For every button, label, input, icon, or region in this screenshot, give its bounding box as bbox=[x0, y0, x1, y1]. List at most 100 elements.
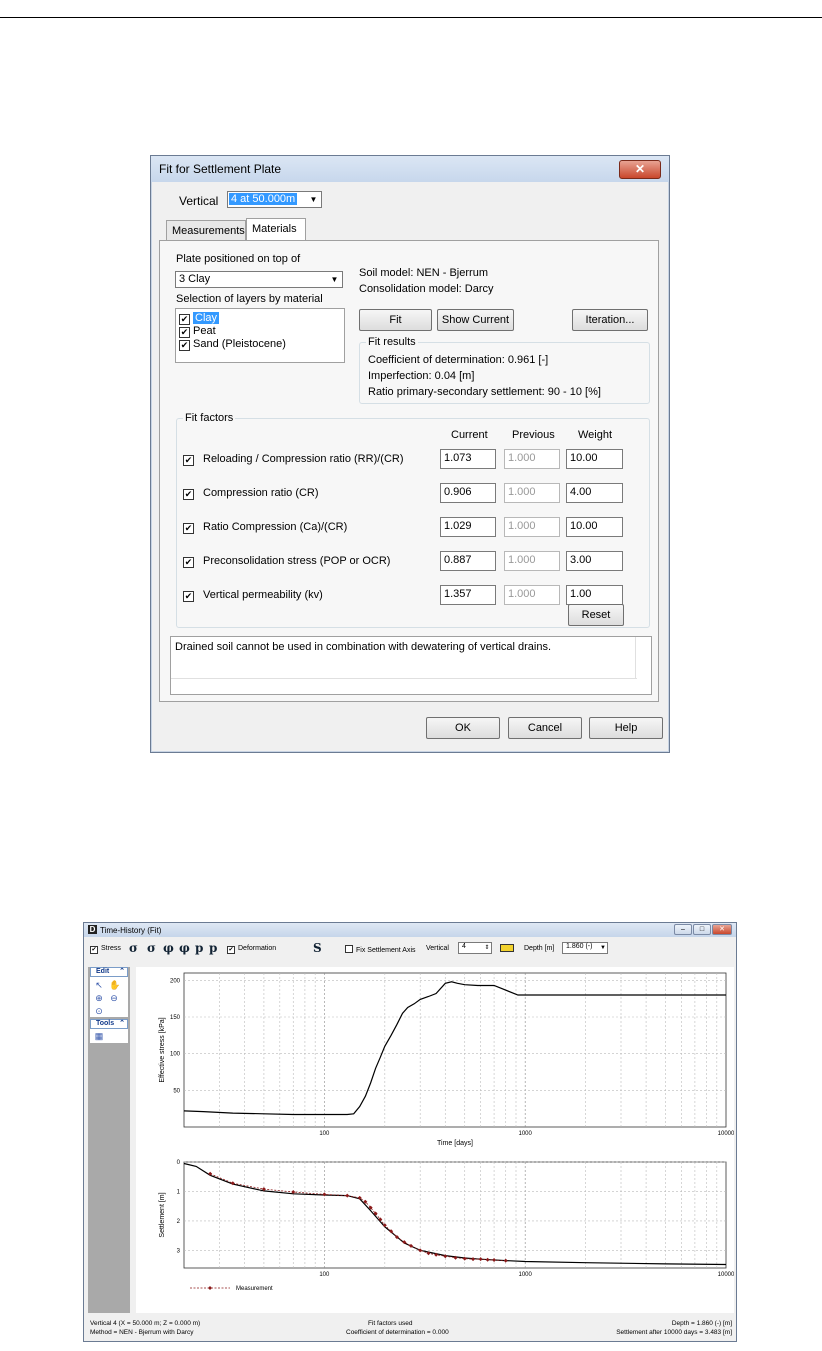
pressure-effective-icon[interactable]: p bbox=[209, 941, 217, 955]
weight-field[interactable]: 10.00 bbox=[566, 449, 623, 469]
plate-positioned-label: Plate positioned on top of bbox=[176, 253, 301, 265]
checkbox-checked-icon[interactable]: ✔ bbox=[179, 327, 190, 338]
tab-materials[interactable]: Materials bbox=[246, 218, 306, 240]
side-panel: Edit ⌃ ↖ ✋ ⊕ ⊖ ⊙ Tools ⌃ ▦ bbox=[88, 967, 130, 1313]
col-previous: Previous bbox=[512, 429, 555, 441]
x-tick-label: 10000 bbox=[718, 1272, 734, 1278]
materials-list: ✔ Clay ✔ Peat ✔ Sand (Pleistocene) bbox=[175, 308, 345, 363]
zoom-in-icon[interactable]: ⊕ bbox=[94, 993, 104, 1003]
previous-field: 1.000 bbox=[504, 517, 560, 537]
ruler-icon[interactable] bbox=[500, 944, 514, 952]
fit-factor-label: Compression ratio (CR) bbox=[203, 487, 319, 499]
x-axis-label: Time [days] bbox=[437, 1140, 473, 1147]
pan-hand-icon[interactable]: ✋ bbox=[109, 980, 120, 990]
status-coefficient: Coefficient of determination = 0.000 bbox=[346, 1329, 449, 1336]
deformation-label: Deformation bbox=[238, 945, 277, 952]
zoom-out-icon[interactable]: ⊖ bbox=[109, 993, 119, 1003]
close-button[interactable]: ✕ bbox=[619, 160, 661, 179]
fit-factors-title: Fit factors bbox=[183, 412, 236, 424]
minimize-button[interactable]: – bbox=[674, 924, 692, 935]
vertical-label: Vertical bbox=[426, 945, 449, 952]
weight-field[interactable]: 1.00 bbox=[566, 585, 623, 605]
stress-toggle[interactable]: ✔ Stress bbox=[90, 945, 121, 954]
deformation-toggle[interactable]: ✔ Deformation bbox=[227, 945, 276, 954]
vertical-select[interactable]: 4 at 50.000m ▼ bbox=[227, 191, 322, 208]
status-fit-factors: Fit factors used bbox=[368, 1320, 413, 1327]
close-button[interactable]: ✕ bbox=[712, 924, 732, 935]
sigma-effective-icon[interactable]: σ bbox=[147, 941, 156, 955]
status-depth: Depth = 1.860 (-) [m] bbox=[671, 1320, 732, 1327]
ok-button[interactable]: OK bbox=[426, 717, 500, 739]
checkbox-checked-icon[interactable]: ✔ bbox=[183, 523, 194, 534]
checkbox-checked-icon[interactable]: ✔ bbox=[183, 591, 194, 602]
spinner-arrows-icon: ⇕ bbox=[484, 945, 490, 951]
fit-settlement-dialog: Fit for Settlement Plate ✕ Vertical 4 at… bbox=[150, 155, 670, 753]
list-item[interactable]: ✔ Sand (Pleistocene) bbox=[179, 338, 286, 351]
previous-field: 1.000 bbox=[504, 551, 560, 571]
weight-field[interactable]: 3.00 bbox=[566, 551, 623, 571]
vertical-scrollbar[interactable] bbox=[635, 637, 651, 679]
vertical-spinner[interactable]: 4 ⇕ bbox=[458, 942, 492, 954]
show-current-button[interactable]: Show Current bbox=[437, 309, 514, 331]
weight-field[interactable]: 10.00 bbox=[566, 517, 623, 537]
cancel-button[interactable]: Cancel bbox=[508, 717, 582, 739]
y-tick-label: 200 bbox=[170, 978, 181, 984]
vertical-select-value: 4 at 50.000m bbox=[229, 193, 298, 205]
y-axis-label: Effective stress [kPa] bbox=[159, 1017, 166, 1082]
current-field[interactable]: 1.073 bbox=[440, 449, 496, 469]
current-field[interactable]: 0.906 bbox=[440, 483, 496, 503]
depth-select[interactable]: 1.860 (-) ▼ bbox=[562, 942, 608, 954]
select-pointer-icon[interactable]: ↖ bbox=[94, 980, 104, 990]
vertical-label: Vertical bbox=[179, 194, 219, 208]
checkbox-checked-icon[interactable]: ✔ bbox=[179, 340, 190, 351]
fit-button[interactable]: Fit bbox=[359, 309, 432, 331]
checkbox-checked-icon[interactable]: ✔ bbox=[183, 557, 194, 568]
material-name: Clay bbox=[193, 312, 220, 324]
reset-button[interactable]: Reset bbox=[568, 604, 624, 626]
edit-panel-header[interactable]: Edit ⌃ bbox=[90, 967, 128, 977]
dialog-title: Fit for Settlement Plate bbox=[159, 162, 282, 176]
collapse-icon: ⌃ bbox=[119, 1020, 125, 1027]
chart-toolbar: ✔ Stress σ σ φ φ p p ✔ Deformation S Fix S… bbox=[84, 937, 736, 961]
x-tick-label: 10000 bbox=[718, 1131, 734, 1137]
checkbox-checked-icon: ✔ bbox=[227, 946, 235, 954]
list-item[interactable]: ✔ Clay bbox=[179, 312, 220, 325]
y-axis-label: Settlement [m] bbox=[159, 1192, 166, 1237]
phi-icon[interactable]: φ bbox=[163, 941, 174, 955]
plate-layer-select[interactable]: 3 Clay ▼ bbox=[175, 271, 343, 288]
x-tick-label: 1000 bbox=[519, 1272, 533, 1278]
fit-factors-group: Fit factors Current Previous Weight ✔ Rel… bbox=[176, 412, 650, 628]
zoom-extent-icon[interactable]: ⊙ bbox=[94, 1006, 104, 1016]
col-weight: Weight bbox=[578, 429, 613, 441]
checkbox-checked-icon[interactable]: ✔ bbox=[179, 314, 190, 325]
tools-panel-header[interactable]: Tools ⌃ bbox=[90, 1019, 128, 1029]
pressure-icon[interactable]: p bbox=[195, 941, 203, 955]
y-tick-label: 1 bbox=[177, 1189, 181, 1195]
current-field[interactable]: 0.887 bbox=[440, 551, 496, 571]
phi-effective-icon[interactable]: φ bbox=[179, 941, 190, 955]
maximize-button[interactable]: □ bbox=[693, 924, 711, 935]
depth-label: Depth [m] bbox=[524, 945, 555, 952]
x-tick-label: 100 bbox=[319, 1131, 330, 1137]
iteration-button[interactable]: Iteration... bbox=[572, 309, 648, 331]
checkbox-checked-icon[interactable]: ✔ bbox=[183, 489, 194, 500]
plot-area: 50 100 150 200 100 1000 10000 Time [days] Effect… bbox=[136, 967, 735, 1313]
checkbox-checked-icon[interactable]: ✔ bbox=[183, 455, 194, 466]
horizontal-scrollbar[interactable] bbox=[171, 678, 637, 694]
weight-field[interactable]: 4.00 bbox=[566, 483, 623, 503]
app-logo-icon: D bbox=[88, 925, 97, 934]
help-button[interactable]: Help bbox=[589, 717, 663, 739]
list-item[interactable]: ✔ Peat bbox=[179, 325, 216, 338]
y-tick-label: 2 bbox=[177, 1219, 181, 1225]
time-history-charts: 50100150200100 1000 10000Time [days]Effect… bbox=[159, 972, 735, 1292]
grid-settings-icon[interactable]: ▦ bbox=[94, 1031, 104, 1041]
fix-axis-toggle[interactable]: Fix Settlement Axis bbox=[345, 945, 416, 954]
sigma-icon[interactable]: σ bbox=[129, 941, 138, 955]
current-field[interactable]: 1.029 bbox=[440, 517, 496, 537]
tab-measurements[interactable]: Measurements bbox=[166, 220, 246, 240]
current-field[interactable]: 1.357 bbox=[440, 585, 496, 605]
settlement-icon[interactable]: S bbox=[313, 941, 322, 955]
fit-results-title: Fit results bbox=[366, 336, 418, 348]
tools-panel-title: Tools bbox=[96, 1020, 115, 1027]
collapse-icon: ⌃ bbox=[119, 968, 125, 975]
